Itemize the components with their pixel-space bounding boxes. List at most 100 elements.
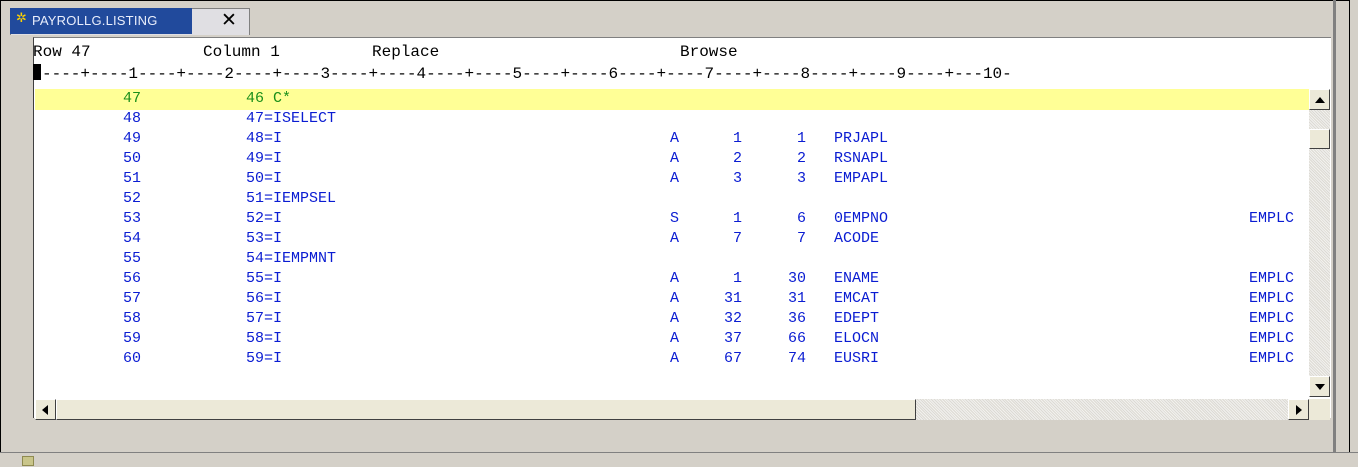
cell-to: 1 <box>796 130 806 147</box>
cell-src: 47=ISELECT <box>246 110 337 127</box>
cell-type: A <box>670 230 680 247</box>
listing-line[interactable]: 51 50=I A 3 3 EMPAPL <box>35 170 1309 190</box>
cell-src: 46 C* <box>246 90 292 107</box>
cell-field-name: RSNAPL <box>834 150 889 167</box>
cell-type: A <box>670 330 680 347</box>
cell-field-name: ENAME <box>834 270 880 287</box>
cell-seq: 59 <box>122 330 141 347</box>
tab-title[interactable]: PAYROLLG.LISTING <box>32 13 158 28</box>
arrow-down-icon <box>1315 384 1325 390</box>
cell-from: 31 <box>723 290 742 307</box>
cell-type: A <box>670 130 680 147</box>
cell-field-name: EUSRI <box>834 350 880 367</box>
view-mode: Browse <box>680 43 738 61</box>
cell-from: 37 <box>723 330 742 347</box>
column-ruler: ----+----1----+----2----+----3----+----4… <box>33 64 1330 86</box>
cell-src: 59=I <box>246 350 283 367</box>
gear-bug-icon: ✲ <box>16 11 27 26</box>
cell-seq: 54 <box>122 230 141 247</box>
cell-to: 6 <box>796 210 806 227</box>
listing-lines[interactable]: 47 46 C* 48 47=ISELECT 49 48=I A 1 1 PRJAPL 50 49=I… <box>35 90 1309 390</box>
cell-from: 2 <box>732 150 742 167</box>
cell-field-name: EDEPT <box>834 310 880 327</box>
edit-mode: Replace <box>372 43 440 61</box>
cell-file: EMPLC <box>1249 330 1295 347</box>
cell-from: 1 <box>732 270 742 287</box>
panel-icon <box>22 456 34 466</box>
cell-to: 3 <box>796 170 806 187</box>
cell-to: 30 <box>787 270 806 287</box>
close-icon[interactable]: ✕ <box>218 9 240 31</box>
cell-to: 74 <box>787 350 806 367</box>
cell-field-name: ELOCN <box>834 330 880 347</box>
scroll-left-button[interactable] <box>35 399 56 420</box>
cell-field-name: ACODE <box>834 230 880 247</box>
text-cursor <box>33 64 41 80</box>
horizontal-scrollbar[interactable] <box>35 399 1309 420</box>
listing-line[interactable]: 54 53=I A 7 7 ACODE <box>35 230 1309 250</box>
scroll-right-button[interactable] <box>1288 399 1309 420</box>
listing-line[interactable]: 58 57=I A 32 36 EDEPT EMPLC <box>35 310 1309 330</box>
cell-type: A <box>670 270 680 287</box>
arrow-right-icon <box>1296 405 1302 415</box>
cell-from: 32 <box>723 310 742 327</box>
cell-from: 1 <box>732 210 742 227</box>
status-line: Row 47 Column 1 Replace Browse <box>33 43 1330 61</box>
window-edge <box>1333 0 1336 452</box>
cell-from: 67 <box>723 350 742 367</box>
scroll-up-button[interactable] <box>1309 89 1330 110</box>
cell-src: 52=I <box>246 210 283 227</box>
cell-seq: 48 <box>122 110 141 127</box>
listing-line[interactable]: 55 54=IEMPMNT <box>35 250 1309 270</box>
editor-window: ✲ PAYROLLG.LISTING ✕ Row 47 Column 1 Rep… <box>0 0 1358 467</box>
vertical-scrollbar[interactable] <box>1309 89 1330 397</box>
cell-field-name: EMCAT <box>834 290 880 307</box>
ruler-text: ----+----1----+----2----+----3----+----4… <box>42 65 1012 83</box>
cell-to: 66 <box>787 330 806 347</box>
cell-seq: 60 <box>122 350 141 367</box>
cell-field-name: EMPAPL <box>834 170 889 187</box>
cell-to: 36 <box>787 310 806 327</box>
cell-src: 53=I <box>246 230 283 247</box>
cell-seq: 50 <box>122 150 141 167</box>
cell-file: EMPLC <box>1249 270 1295 287</box>
listing-line[interactable]: 59 58=I A 37 66 ELOCN EMPLC <box>35 330 1309 350</box>
vertical-scroll-thumb[interactable] <box>1309 129 1330 149</box>
cell-file: EMPLC <box>1249 350 1295 367</box>
cell-src: 54=IEMPMNT <box>246 250 337 267</box>
cell-type: A <box>670 290 680 307</box>
cell-field-name: 0EMPNO <box>834 210 889 227</box>
listing-line[interactable]: 50 49=I A 2 2 RSNAPL <box>35 150 1309 170</box>
cell-src: 56=I <box>246 290 283 307</box>
listing-line[interactable]: 57 56=I A 31 31 EMCAT EMPLC <box>35 290 1309 310</box>
arrow-left-icon <box>42 405 48 415</box>
cell-src: 48=I <box>246 130 283 147</box>
listing-line[interactable]: 53 52=I S 1 6 0EMPNO EMPLC <box>35 210 1309 230</box>
cell-seq: 55 <box>122 250 141 267</box>
cell-seq: 57 <box>122 290 141 307</box>
horizontal-scroll-thumb[interactable] <box>56 399 916 420</box>
cell-from: 3 <box>732 170 742 187</box>
cell-src: 49=I <box>246 150 283 167</box>
listing-line[interactable]: 49 48=I A 1 1 PRJAPL <box>35 130 1309 150</box>
cell-seq: 49 <box>122 130 141 147</box>
cell-type: A <box>670 170 680 187</box>
listing-line[interactable]: 48 47=ISELECT <box>35 110 1309 130</box>
cell-src: 58=I <box>246 330 283 347</box>
cell-type: S <box>670 210 680 227</box>
cell-from: 1 <box>732 130 742 147</box>
scroll-down-button[interactable] <box>1309 376 1330 397</box>
cell-seq: 53 <box>122 210 141 227</box>
cell-seq: 51 <box>122 170 141 187</box>
cell-file: EMPLC <box>1249 310 1295 327</box>
listing-line[interactable]: 56 55=I A 1 30 ENAME EMPLC <box>35 270 1309 290</box>
listing-line[interactable]: 52 51=IEMPSEL <box>35 190 1309 210</box>
cell-src: 55=I <box>246 270 283 287</box>
cell-file: EMPLC <box>1249 210 1295 227</box>
current-listing-line[interactable]: 47 46 C* <box>35 90 1309 110</box>
cell-seq: 56 <box>122 270 141 287</box>
cell-src: 50=I <box>246 170 283 187</box>
arrow-up-icon <box>1315 97 1325 103</box>
cell-to: 7 <box>796 230 806 247</box>
listing-line[interactable]: 60 59=I A 67 74 EUSRI EMPLC <box>35 350 1309 370</box>
